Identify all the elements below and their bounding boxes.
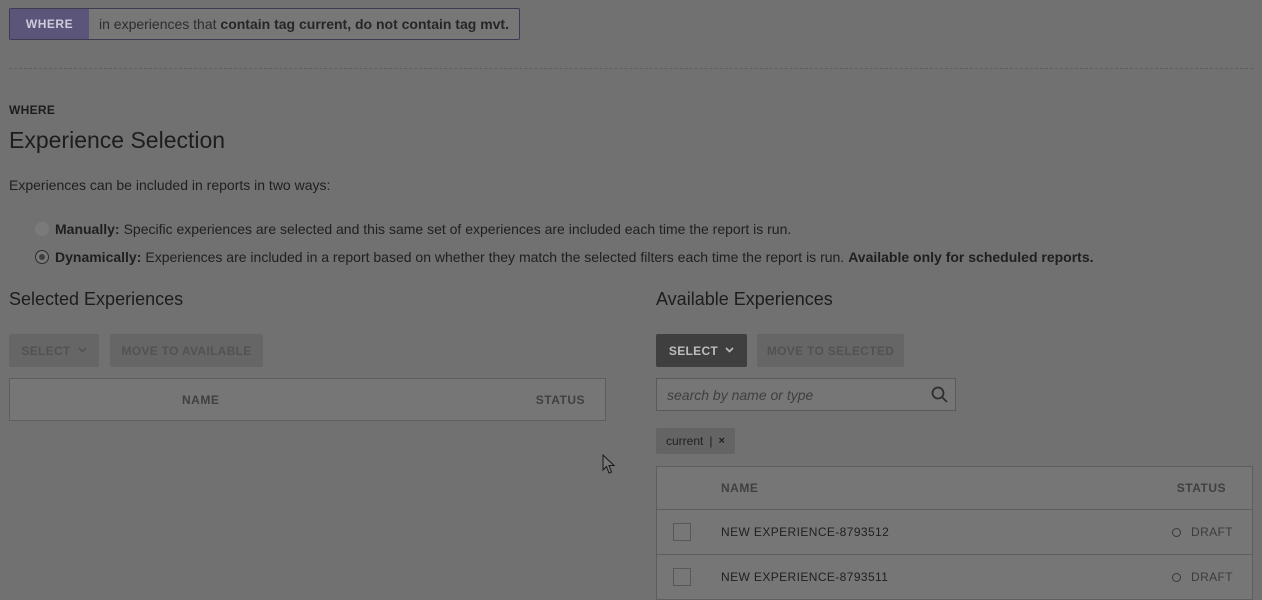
search-box[interactable] xyxy=(656,378,956,411)
row-status: DRAFT xyxy=(1172,570,1233,584)
option-dynamically-text: Experiences are included in a report bas… xyxy=(145,249,845,265)
filter-chip-separator: | xyxy=(709,434,713,448)
option-dynamically[interactable]: Dynamically: Experiences are included in… xyxy=(35,249,1094,265)
option-dynamically-label: Dynamically: xyxy=(55,249,142,265)
where-summary-pill[interactable]: WHERE in experiences that contain tag cu… xyxy=(9,8,520,40)
option-dynamically-note: Available only for scheduled reports. xyxy=(848,249,1094,265)
mouse-cursor-icon xyxy=(602,453,616,480)
selected-table-header: NAME STATUS xyxy=(10,379,605,421)
row-name[interactable]: NEW EXPERIENCE-8793511 xyxy=(721,570,888,584)
available-column-status[interactable]: STATUS xyxy=(1177,481,1226,495)
option-manually-text: Specific experiences are selected and th… xyxy=(123,221,792,237)
filter-chip-label: current xyxy=(666,434,704,448)
intro-text: Experiences can be included in reports i… xyxy=(9,177,331,193)
selected-experiences-table: NAME STATUS xyxy=(9,378,606,421)
move-to-selected-button[interactable]: MOVE TO SELECTED xyxy=(757,334,904,367)
move-to-available-button[interactable]: MOVE TO AVAILABLE xyxy=(110,334,263,367)
search-input[interactable] xyxy=(667,386,923,403)
row-status-text: DRAFT xyxy=(1191,525,1233,539)
table-row[interactable]: NEW EXPERIENCE-8793511 DRAFT xyxy=(657,555,1252,600)
section-eyebrow: WHERE xyxy=(9,103,56,117)
status-dot-icon xyxy=(1172,572,1181,582)
available-select-button[interactable]: SELECT xyxy=(656,334,747,367)
filter-chip[interactable]: current | × xyxy=(656,428,735,454)
selected-select-button[interactable]: SELECT xyxy=(9,334,99,367)
available-experiences-title: Available Experiences xyxy=(656,289,833,309)
where-tag: WHERE xyxy=(10,9,89,39)
available-table-header: NAME STATUS xyxy=(657,467,1252,510)
status-dot-icon xyxy=(1172,527,1181,537)
chevron-down-icon xyxy=(77,345,87,356)
selected-experiences-title: Selected Experiences xyxy=(9,289,184,309)
table-row[interactable]: NEW EXPERIENCE-8793512 DRAFT xyxy=(657,510,1252,555)
option-manually[interactable]: Manually: Specific experiences are selec… xyxy=(35,221,791,237)
row-status-text: DRAFT xyxy=(1191,570,1233,584)
summary-conditions: contain tag current, do not contain tag … xyxy=(220,16,509,32)
close-icon[interactable]: × xyxy=(718,435,724,447)
selected-select-label: SELECT xyxy=(21,343,71,358)
radio-manually[interactable] xyxy=(35,222,49,236)
chevron-down-icon xyxy=(725,345,734,356)
available-column-name[interactable]: NAME xyxy=(721,481,758,495)
row-checkbox[interactable] xyxy=(673,568,691,586)
section-divider xyxy=(9,68,1253,69)
radio-dynamically[interactable] xyxy=(35,250,49,264)
row-checkbox[interactable] xyxy=(673,523,691,541)
available-select-label: SELECT xyxy=(668,343,719,358)
available-experiences-table: NAME STATUS NEW EXPERIENCE-8793512 DRAFT… xyxy=(656,466,1253,600)
selected-column-status[interactable]: STATUS xyxy=(536,393,585,407)
row-status: DRAFT xyxy=(1172,525,1233,539)
search-icon[interactable] xyxy=(923,386,955,403)
row-name[interactable]: NEW EXPERIENCE-8793512 xyxy=(721,525,889,539)
page-title: Experience Selection xyxy=(9,127,226,153)
option-manually-label: Manually: xyxy=(55,221,120,237)
summary-prefix: in experiences that xyxy=(99,16,217,32)
selected-column-name[interactable]: NAME xyxy=(182,393,219,407)
where-summary-text: in experiences that contain tag current,… xyxy=(89,9,519,39)
